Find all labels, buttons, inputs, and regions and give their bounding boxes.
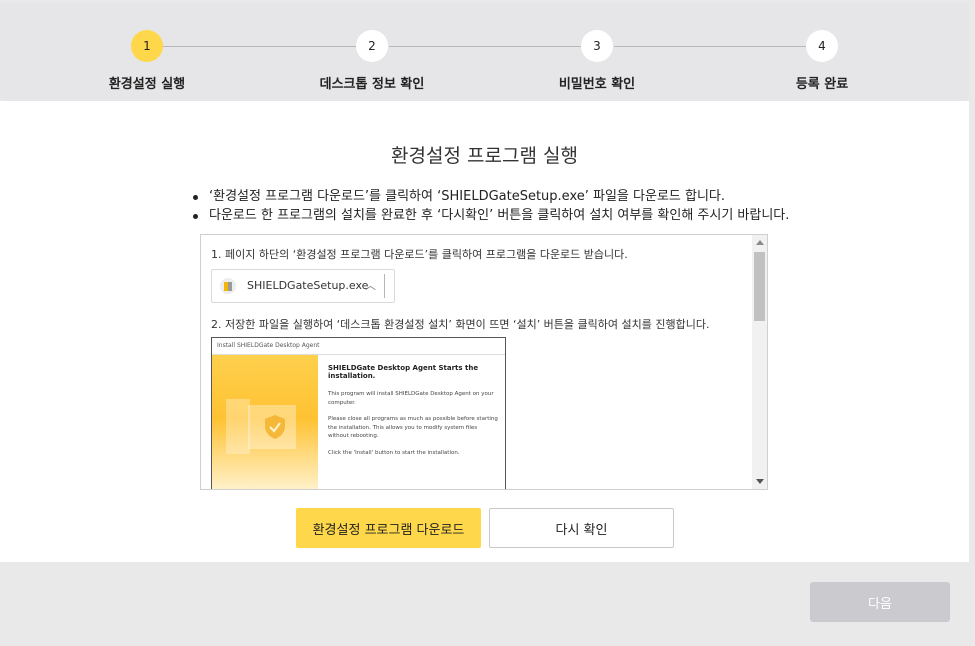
- installer-titlebar: Install SHIELDGate Desktop Agent: [212, 338, 505, 355]
- installer-paragraph: Please close all programs as much as pos…: [328, 416, 498, 439]
- step-3-circle: 3: [581, 30, 613, 62]
- instruction-item: 다운로드 한 프로그램의 설치를 완료한 후 ‘다시확인’ 버튼을 클릭하여 설…: [192, 206, 789, 225]
- file-icon: [220, 278, 236, 294]
- step-connector: [163, 46, 357, 47]
- step-4-label: 등록 완료: [795, 77, 849, 92]
- recheck-button[interactable]: 다시 확인: [489, 508, 674, 548]
- scroll-down-arrow-icon[interactable]: [756, 479, 764, 484]
- page-title: 환경설정 프로그램 실행: [391, 145, 578, 167]
- installer-paragraph: This program will install SHIELDGate Des…: [328, 391, 494, 406]
- step-4-circle: 4: [806, 30, 838, 62]
- install-guide-panel[interactable]: 1. 페이지 하단의 ‘환경설정 프로그램 다운로드’를 클릭하여 프로그램을 …: [200, 234, 768, 490]
- guide-scrollbar[interactable]: [752, 235, 767, 489]
- scroll-up-arrow-icon[interactable]: [756, 240, 764, 245]
- main-content: 환경설정 프로그램 실행 ‘환경설정 프로그램 다운로드’를 클릭하여 ‘SHI…: [0, 101, 969, 562]
- progress-stepper: 1 2 3 4 환경설정 실행 데스크톱 정보 확인 비밀번호 확인 등록 완료: [0, 3, 969, 101]
- installer-heading: SHIELDGate Desktop Agent Starts the inst…: [328, 364, 479, 380]
- guide-step-1-text: 1. 페이지 하단의 ‘환경설정 프로그램 다운로드’를 클릭하여 프로그램을 …: [211, 248, 628, 261]
- guide-step-2-text: 2. 저장한 파일을 실행하여 ‘데스크톱 환경설정 설치’ 화면이 뜨면 ‘설…: [211, 318, 710, 331]
- chip-divider: [384, 274, 385, 298]
- installer-illustration: [212, 355, 318, 489]
- step-1-label: 환경설정 실행: [108, 77, 186, 92]
- door-shape: [226, 399, 250, 454]
- step-connector: [614, 46, 807, 47]
- chevron-up-icon: ︿: [365, 279, 376, 292]
- step-2-circle: 2: [356, 30, 388, 62]
- installer-window-image: Install SHIELDGate Desktop Agent SHIELDG…: [211, 337, 506, 489]
- installer-body: SHIELDGate Desktop Agent Starts the inst…: [328, 364, 498, 465]
- installer-paragraph: Click the 'Install' button to start the …: [328, 449, 460, 456]
- step-1-circle: 1: [131, 30, 163, 62]
- instruction-item: ‘환경설정 프로그램 다운로드’를 클릭하여 ‘SHIELDGateSetup.…: [192, 187, 789, 206]
- step-connector: [389, 46, 582, 47]
- download-program-button[interactable]: 환경설정 프로그램 다운로드: [296, 508, 481, 548]
- step-3-label: 비밀번호 확인: [558, 77, 636, 92]
- download-file-chip: SHIELDGateSetup.exe ︿: [211, 269, 395, 303]
- download-filename: SHIELDGateSetup.exe: [247, 279, 369, 292]
- instruction-list: ‘환경설정 프로그램 다운로드’를 클릭하여 ‘SHIELDGateSetup.…: [192, 187, 789, 225]
- next-button[interactable]: 다음: [810, 582, 950, 622]
- scroll-thumb[interactable]: [754, 252, 765, 321]
- step-2-label: 데스크톱 정보 확인: [319, 77, 425, 92]
- shield-icon: [265, 415, 285, 439]
